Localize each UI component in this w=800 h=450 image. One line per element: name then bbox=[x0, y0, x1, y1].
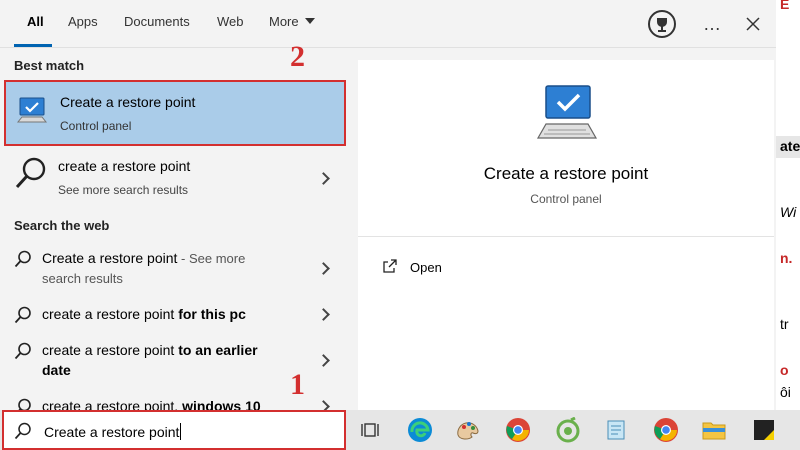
open-action[interactable]: Open bbox=[410, 260, 442, 275]
results-list: Best match Create a restore point Contro… bbox=[0, 48, 358, 410]
taskbar-search-box[interactable]: Create a restore point bbox=[2, 410, 346, 450]
annotation-step-1: 1 bbox=[290, 368, 305, 401]
sticky-notes-icon[interactable] bbox=[748, 414, 780, 446]
search-icon bbox=[14, 422, 32, 445]
rewards-trophy-icon[interactable] bbox=[646, 8, 678, 40]
suggestion-text: create a restore point bbox=[42, 306, 179, 322]
preview-divider bbox=[358, 236, 774, 237]
preview-subtitle: Control panel bbox=[530, 192, 602, 206]
search-web-heading: Search the web bbox=[14, 218, 110, 233]
active-tab-indicator bbox=[14, 44, 52, 47]
search-input[interactable]: Create a restore point bbox=[44, 424, 179, 440]
background-text: o bbox=[780, 362, 789, 378]
suggestion-line2: date bbox=[42, 362, 71, 378]
suggestion-bold: for this pc bbox=[178, 306, 246, 322]
background-text: tr bbox=[780, 316, 789, 332]
preview-pane: Create a restore point Control panel Ope… bbox=[358, 60, 774, 410]
suggestion-text: create a restore point bbox=[42, 342, 179, 358]
chevron-right-icon bbox=[317, 400, 330, 410]
tab-all[interactable]: All bbox=[27, 14, 44, 29]
result-subtitle: See more search results bbox=[58, 183, 189, 197]
suggestion-bold: to an earlier bbox=[178, 342, 258, 358]
search-icon bbox=[14, 250, 32, 273]
background-text: E bbox=[780, 0, 790, 12]
search-tab-bar: All Apps Documents Web More … bbox=[0, 0, 776, 48]
background-text: Wi bbox=[780, 204, 797, 220]
result-title: create a restore point bbox=[58, 158, 191, 174]
background-text: ôi bbox=[780, 384, 791, 400]
close-icon[interactable] bbox=[737, 8, 769, 40]
chevron-down-icon bbox=[304, 18, 315, 24]
search-icon bbox=[14, 306, 32, 329]
search-icon bbox=[14, 342, 32, 365]
tab-more[interactable]: More bbox=[269, 14, 315, 29]
web-suggestion-item[interactable]: create a restore point for this pc bbox=[0, 302, 358, 330]
monitor-check-icon bbox=[16, 96, 48, 131]
task-view-icon[interactable] bbox=[354, 414, 386, 446]
best-match-heading: Best match bbox=[14, 58, 85, 73]
tab-documents[interactable]: Documents bbox=[124, 14, 190, 29]
background-text: ate bbox=[780, 138, 800, 154]
annotation-step-2: 2 bbox=[290, 40, 305, 73]
preview-title: Create a restore point bbox=[483, 164, 649, 183]
open-icon[interactable] bbox=[382, 258, 398, 279]
background-text: n. bbox=[780, 250, 793, 266]
start-search-panel: All Apps Documents Web More … Best match bbox=[0, 0, 776, 410]
more-options-icon[interactable]: … bbox=[696, 8, 728, 40]
taskbar: Create a restore point bbox=[0, 410, 800, 450]
web-suggestion-item[interactable]: Create a restore point - See more search… bbox=[0, 246, 358, 292]
monitor-check-icon bbox=[536, 84, 598, 147]
tab-web[interactable]: Web bbox=[217, 14, 244, 29]
chevron-right-icon bbox=[317, 354, 330, 367]
text-cursor bbox=[180, 423, 182, 440]
web-search-result[interactable]: create a restore point See more search r… bbox=[0, 150, 358, 206]
chevron-right-icon bbox=[317, 262, 330, 275]
app-icon[interactable] bbox=[552, 414, 584, 446]
notepad-icon[interactable] bbox=[600, 414, 632, 446]
chevron-right-icon bbox=[317, 172, 330, 185]
file-explorer-icon[interactable] bbox=[698, 414, 730, 446]
suggestion-text: Create a restore point bbox=[42, 250, 178, 266]
suggestion-line2: search results bbox=[42, 271, 123, 286]
suggestion-text: create a restore point, bbox=[42, 398, 183, 410]
search-icon bbox=[14, 398, 32, 410]
suggestion-suffix: - See more bbox=[177, 251, 246, 266]
best-match-subtitle: Control panel bbox=[60, 119, 132, 133]
edge-icon[interactable] bbox=[404, 414, 436, 446]
search-icon bbox=[14, 156, 48, 195]
tab-more-label: More bbox=[269, 14, 299, 29]
chrome-icon[interactable] bbox=[650, 414, 682, 446]
tab-apps[interactable]: Apps bbox=[68, 14, 98, 29]
best-match-result[interactable]: Create a restore point Control panel bbox=[4, 80, 346, 146]
suggestion-bold: windows 10 bbox=[182, 398, 261, 410]
paint-icon[interactable] bbox=[452, 414, 484, 446]
background-webpage: E ate Wi n. tr o ôi bbox=[776, 0, 800, 410]
best-match-title: Create a restore point bbox=[60, 94, 196, 110]
chevron-right-icon bbox=[317, 308, 330, 321]
chrome-icon[interactable] bbox=[502, 414, 534, 446]
